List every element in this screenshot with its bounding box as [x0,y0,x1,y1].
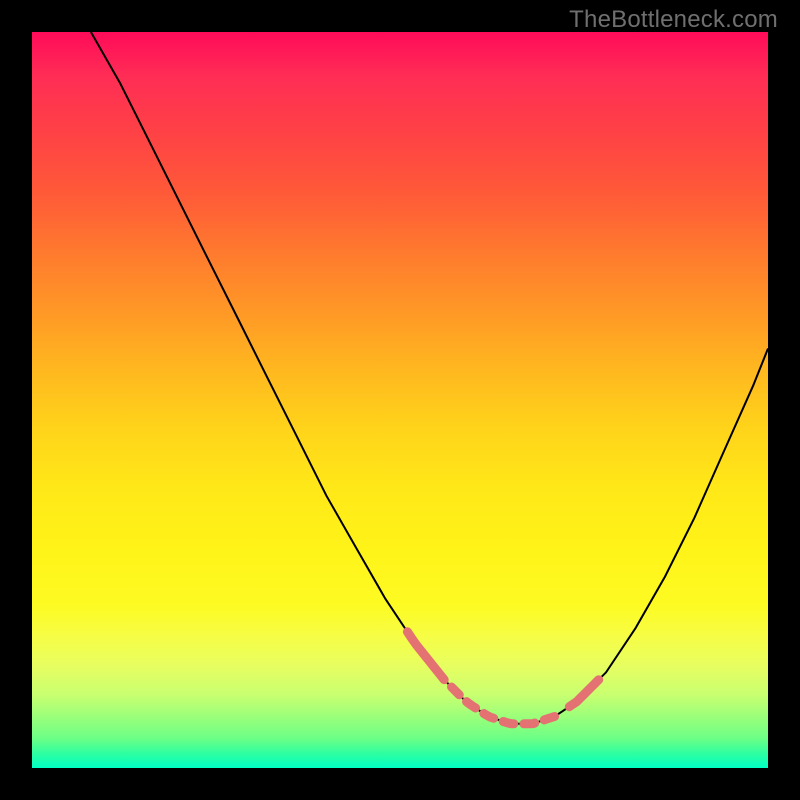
highlight-left [407,632,444,680]
highlight-right [569,680,598,707]
plot-area [32,32,768,768]
chart-stage: TheBottleneck.com [0,0,800,800]
watermark-text: TheBottleneck.com [569,6,778,34]
highlight-mid [452,687,555,724]
bottleneck-curve [91,32,768,724]
curve-svg [32,32,768,768]
